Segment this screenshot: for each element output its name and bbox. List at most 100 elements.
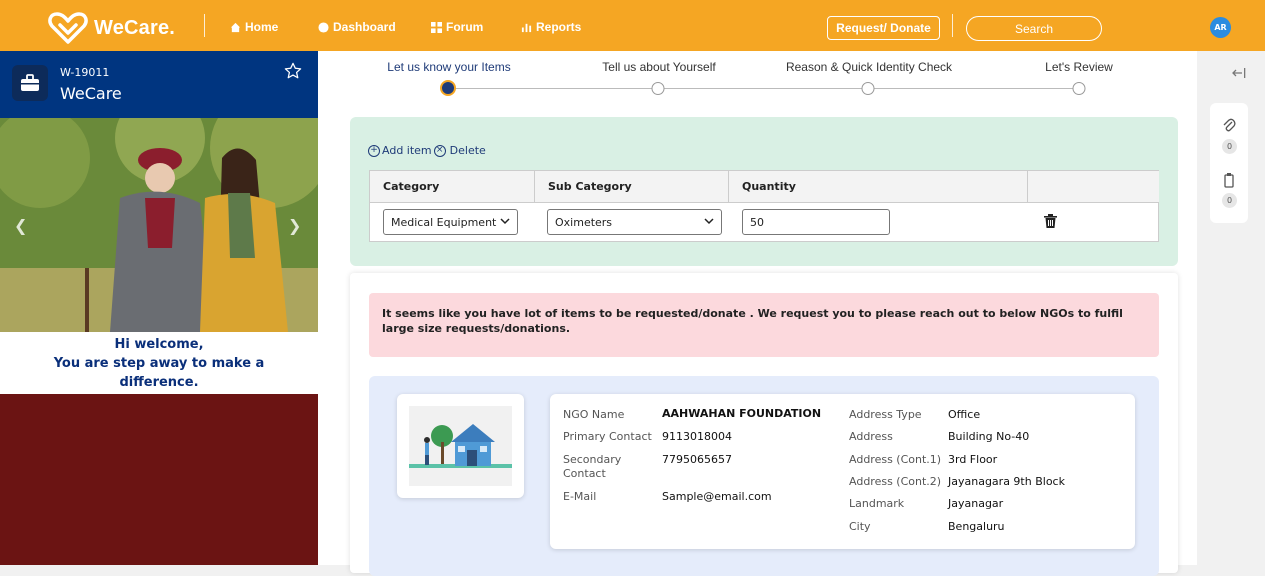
address-cont1-label: Address (Cont.1): [849, 453, 942, 466]
grid-icon: [431, 21, 442, 33]
column-header: Quantity: [729, 171, 1028, 203]
nav-dashboard-label: Dashboard: [333, 20, 396, 34]
clipboard-icon[interactable]: [1222, 172, 1236, 188]
ngo-image-card: [397, 394, 524, 498]
step-dot[interactable]: [651, 82, 665, 95]
carousel-image: ❮ ❯: [0, 118, 318, 332]
ngo-name: AAHWAHAN FOUNDATION: [662, 407, 822, 420]
column-header: Sub Category: [535, 171, 729, 203]
quantity-input[interactable]: 50: [742, 209, 890, 235]
ngo-details: NGO Name AAHWAHAN FOUNDATION Primary Con…: [550, 394, 1135, 549]
address-cont2-label: Address (Cont.2): [849, 475, 942, 488]
primary-contact: 9113018004: [662, 430, 732, 443]
category-select[interactable]: Medical Equipment: [383, 209, 518, 235]
briefcase-icon: [12, 65, 48, 101]
primary-contact-label: Primary Contact: [563, 430, 652, 443]
step-label[interactable]: Let's Review: [1045, 60, 1113, 74]
secondary-contact: 7795065657: [662, 453, 732, 466]
step-dot[interactable]: [1072, 82, 1086, 95]
divider: [204, 14, 205, 37]
column-header: [1028, 171, 1159, 203]
sub-category-value: Oximeters: [555, 216, 613, 229]
email-label: E-Mail: [563, 490, 597, 503]
category-value: Medical Equipment: [391, 216, 497, 229]
nav-dashboard[interactable]: Dashboard: [318, 20, 396, 34]
nav-reports[interactable]: Reports: [521, 20, 581, 34]
alert-message: It seems like you have lot of items to b…: [369, 293, 1159, 357]
nav-home[interactable]: Home: [230, 20, 278, 34]
sub-category-select[interactable]: Oximeters: [547, 209, 722, 235]
search-input[interactable]: Search: [966, 16, 1102, 41]
ngo-image: [409, 406, 512, 486]
nav-forum[interactable]: Forum: [431, 20, 483, 34]
case-name: WeCare: [60, 84, 122, 103]
nav-reports-label: Reports: [536, 20, 582, 34]
step-label[interactable]: Reason & Quick Identity Check: [786, 60, 952, 74]
step-label[interactable]: Let us know your Items: [387, 60, 510, 74]
address-label: Address: [849, 430, 893, 443]
item-actions: + Add item × Delete: [368, 144, 486, 157]
address-cont1: 3rd Floor: [948, 453, 998, 466]
welcome-message: Hi welcome, You are step away to make a …: [0, 332, 318, 394]
bar-chart-icon: [521, 23, 532, 32]
items-panel: + Add item × Delete Category Sub Categor…: [350, 117, 1178, 266]
ngo-card: It seems like you have lot of items to b…: [350, 273, 1178, 576]
step-label[interactable]: Tell us about Yourself: [602, 60, 715, 74]
stepper: Let us know your Items Tell us about You…: [318, 51, 1197, 111]
heart-logo-icon: [48, 12, 88, 44]
main-content: Let us know your Items Tell us about You…: [318, 51, 1197, 576]
column-header: Category: [370, 171, 535, 203]
case-id: W-19011: [60, 66, 110, 79]
address: Building No-40: [948, 430, 1030, 443]
address-cont2: Jayanagara 9th Block: [948, 475, 1065, 488]
case-header: W-19011 WeCare: [0, 51, 318, 118]
right-rail: 0 0: [1197, 51, 1265, 565]
delete-button[interactable]: Delete: [450, 144, 486, 157]
carousel-next-icon[interactable]: ❯: [288, 216, 301, 235]
nav-home-label: Home: [245, 20, 279, 34]
nav-forum-label: Forum: [446, 20, 484, 34]
city-label: City: [849, 520, 871, 533]
landmark: Jayanagar: [948, 497, 1004, 510]
request-donate-button[interactable]: Request/ Donate: [827, 16, 940, 40]
delete-icon[interactable]: ×: [433, 144, 446, 157]
clipboard-count-badge: 0: [1222, 193, 1237, 208]
address-type-label: Address Type: [849, 408, 922, 421]
dashboard-icon: [318, 21, 329, 33]
welcome-line: difference.: [119, 375, 199, 390]
address-type: Office: [948, 408, 981, 421]
city: Bengaluru: [948, 520, 1005, 533]
items-table: Category Sub Category Quantity Medical E…: [369, 170, 1159, 242]
welcome-line: You are step away to make a: [53, 356, 265, 371]
house-illustration-icon: [409, 424, 512, 468]
trash-icon[interactable]: [1044, 214, 1057, 228]
ngo-name-label: NGO Name: [563, 408, 625, 421]
left-panel-background: [0, 394, 318, 565]
step-dot[interactable]: [861, 82, 875, 95]
attachments-count-badge: 0: [1222, 139, 1237, 154]
stepper-line: [448, 88, 1080, 89]
star-icon[interactable]: [284, 62, 302, 80]
home-icon: [230, 22, 241, 32]
secondary-contact-label: Secondary Contact: [563, 453, 622, 480]
app-logo[interactable]: WeCare.: [48, 11, 175, 45]
chevron-down-icon: [704, 218, 714, 225]
carousel-prev-icon[interactable]: ❮: [14, 216, 27, 235]
app-name: WeCare.: [94, 16, 176, 39]
add-item-button[interactable]: Add item: [382, 144, 432, 157]
landmark-label: Landmark: [849, 497, 905, 510]
top-bar: WeCare. Home Dashboard Forum Reports Req…: [0, 0, 1265, 51]
quantity-value: 50: [750, 216, 764, 229]
rail-actions: 0 0: [1210, 103, 1248, 223]
ngo-panel: NGO Name AAHWAHAN FOUNDATION Primary Con…: [369, 376, 1159, 576]
collapse-panel-icon[interactable]: [1231, 65, 1247, 81]
welcome-line: Hi welcome,: [114, 337, 204, 352]
add-icon[interactable]: +: [368, 144, 380, 157]
divider: [952, 14, 953, 37]
chevron-down-icon: [500, 218, 510, 225]
people-photo: [0, 118, 318, 332]
email: Sample@email.com: [662, 490, 772, 503]
step-dot-active[interactable]: [440, 80, 456, 96]
avatar[interactable]: AR: [1210, 17, 1231, 38]
paperclip-icon[interactable]: [1222, 117, 1236, 133]
